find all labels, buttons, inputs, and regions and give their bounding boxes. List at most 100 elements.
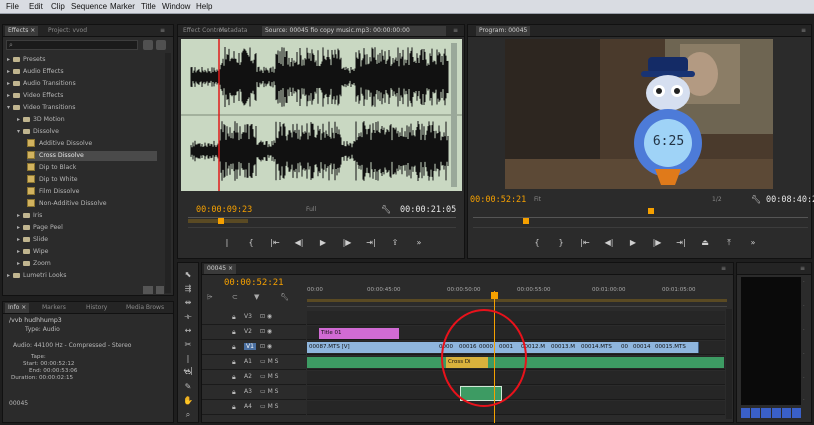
- effects-search-input[interactable]: ⌕: [6, 40, 138, 50]
- source-playhead-marker[interactable]: [218, 218, 224, 224]
- step-back-icon[interactable]: ◀|: [600, 238, 618, 248]
- source-current-timecode[interactable]: 00:00:09:23: [196, 205, 252, 215]
- video-clip[interactable]: 00015.MTS: [653, 342, 699, 353]
- mark-in-icon[interactable]: |: [218, 238, 236, 248]
- lift-icon[interactable]: ⏏: [696, 238, 714, 248]
- effects-tree-item[interactable]: ▸ Presets: [7, 55, 157, 65]
- program-current-timecode[interactable]: 00:00:52:21: [470, 195, 526, 205]
- video-clip[interactable]: 00013.M: [549, 342, 581, 353]
- track-lock-icon[interactable]: 🔒︎: [232, 358, 236, 367]
- go-to-out-icon[interactable]: ⇥|: [362, 238, 380, 248]
- effects-tree-item[interactable]: ▸ Zoom: [17, 259, 157, 269]
- tab-sequence[interactable]: 00045 ×: [204, 264, 237, 274]
- timeline-panel-menu-icon[interactable]: ≡: [718, 264, 729, 274]
- work-area-bar[interactable]: [307, 299, 727, 302]
- effects-tree-item[interactable]: Non-Additive Dissolve: [27, 199, 157, 209]
- track-header[interactable]: 🔒︎ A4 ▭ M S: [202, 401, 306, 415]
- solo-button[interactable]: [761, 408, 771, 418]
- tab-media-browser[interactable]: Media Brows: [123, 303, 167, 313]
- effects-tree-item[interactable]: Film Dissolve: [27, 187, 157, 197]
- menu-sequence[interactable]: Sequence: [71, 2, 107, 11]
- tab-effects[interactable]: Effects ×: [5, 26, 39, 36]
- track-mute-solo-icon[interactable]: ▭ M S: [260, 358, 278, 365]
- effects-tree-item[interactable]: ▸ 3D Motion: [17, 115, 157, 125]
- menu-window[interactable]: Window: [162, 2, 190, 11]
- menu-marker[interactable]: Marker: [110, 2, 135, 11]
- timeline-scrollbar[interactable]: [726, 309, 732, 419]
- audio-waveform-display[interactable]: [181, 39, 462, 191]
- 32bit-effects-icon[interactable]: [156, 40, 166, 50]
- tab-project[interactable]: Project: vvod: [45, 26, 90, 36]
- extract-icon[interactable]: ⤒: [720, 238, 738, 248]
- step-forward-icon[interactable]: |▶: [338, 238, 356, 248]
- play-icon[interactable]: ▶: [314, 238, 332, 248]
- menu-clip[interactable]: Clip: [51, 2, 65, 11]
- program-wrench-icon[interactable]: 🔧︎: [751, 195, 761, 204]
- track-header[interactable]: 🔒︎ V2 ⊡ ◉: [202, 326, 306, 340]
- track-header[interactable]: 🔒︎ V3 ⊡ ◉: [202, 311, 306, 325]
- track-visibility-icon[interactable]: ⊡ ◉: [260, 313, 272, 320]
- solo-button[interactable]: [771, 408, 781, 418]
- linked-selection-icon[interactable]: ⊂: [232, 293, 238, 301]
- mark-out-icon[interactable]: {: [242, 238, 260, 248]
- source-panel-menu-icon[interactable]: ≡: [450, 26, 461, 36]
- effects-tree-item[interactable]: ▾ Dissolve: [17, 127, 157, 137]
- title-clip[interactable]: Title 01: [319, 328, 399, 339]
- menu-help[interactable]: Help: [196, 2, 212, 11]
- more-buttons-icon[interactable]: »: [744, 238, 762, 248]
- menu-file[interactable]: File: [6, 2, 19, 11]
- meters-menu-icon[interactable]: ≡: [797, 264, 808, 274]
- track-visibility-icon[interactable]: ⊡ ◉: [260, 343, 272, 350]
- effects-tree-item[interactable]: ▸ Slide: [17, 235, 157, 245]
- effects-tree-item[interactable]: Dip to Black: [27, 163, 157, 173]
- program-quality-dropdown[interactable]: 1/2: [712, 196, 722, 203]
- add-marker-icon[interactable]: ▼: [254, 293, 259, 301]
- effects-tree-item[interactable]: ▸ Video Effects: [7, 91, 157, 101]
- track-select-tool-icon[interactable]: ⇶: [182, 283, 194, 295]
- timeline-wrench-icon[interactable]: 🔧︎: [280, 293, 289, 301]
- track-visibility-icon[interactable]: ⊡ ◉: [260, 328, 272, 335]
- slip-tool-icon[interactable]: |↔|: [182, 353, 194, 375]
- solo-button[interactable]: [791, 408, 802, 418]
- snap-icon[interactable]: ⩥: [207, 293, 213, 302]
- program-video-frame[interactable]: 6:25: [505, 39, 773, 189]
- source-time-ruler[interactable]: [188, 217, 456, 231]
- slide-tool-icon[interactable]: ⇔: [182, 367, 194, 379]
- step-back-icon[interactable]: ◀|: [290, 238, 308, 248]
- tab-history[interactable]: History: [83, 303, 110, 313]
- mark-out-icon[interactable]: }: [552, 238, 570, 248]
- video-clip[interactable]: 00014: [631, 342, 655, 353]
- solo-button[interactable]: [781, 408, 791, 418]
- effects-tree-item[interactable]: ▸ Lumetri Looks: [7, 271, 157, 281]
- track-mute-solo-icon[interactable]: ▭ M S: [260, 403, 278, 410]
- effects-tree-item[interactable]: Cross Dissolve: [27, 151, 157, 161]
- razor-tool-icon[interactable]: ✂: [182, 339, 194, 351]
- timeline-current-timecode[interactable]: 00:00:52:21: [224, 278, 284, 288]
- effects-scrollbar[interactable]: [165, 53, 171, 293]
- effects-tree-item[interactable]: ▸ Page Peel: [17, 223, 157, 233]
- ripple-edit-tool-icon[interactable]: ⇹: [182, 297, 194, 309]
- effects-tree-item[interactable]: Dip to White: [27, 175, 157, 185]
- track-lock-icon[interactable]: 🔒︎: [232, 328, 236, 337]
- delete-icon[interactable]: [156, 286, 164, 294]
- go-to-out-icon[interactable]: ⇥|: [672, 238, 690, 248]
- track-header[interactable]: 🔒︎ A2 ▭ M S: [202, 371, 306, 385]
- tab-info[interactable]: Info ×: [5, 303, 30, 313]
- track-mute-solo-icon[interactable]: ▭ M S: [260, 388, 278, 395]
- menu-title[interactable]: Title: [141, 2, 156, 11]
- video-clip[interactable]: 00087.MTS [V]: [307, 342, 439, 353]
- panel-menu-icon[interactable]: ≡: [157, 26, 168, 36]
- program-time-ruler[interactable]: [473, 217, 808, 231]
- mark-in-icon[interactable]: {: [528, 238, 546, 248]
- program-fit-dropdown[interactable]: Fit: [534, 196, 562, 204]
- track-mute-solo-icon[interactable]: ▭ M S: [260, 373, 278, 380]
- solo-button[interactable]: [741, 408, 751, 418]
- zoom-tool-icon[interactable]: ⌕: [182, 409, 194, 421]
- step-forward-icon[interactable]: |▶: [648, 238, 666, 248]
- track-header[interactable]: 🔒︎ V1 ⊡ ◉: [202, 341, 306, 355]
- effects-tree-item[interactable]: ▸ Audio Transitions: [7, 79, 157, 89]
- tab-metadata[interactable]: Metadata: [216, 26, 250, 36]
- track-lock-icon[interactable]: 🔒︎: [232, 373, 236, 382]
- effects-tree-item[interactable]: ▸ Audio Effects: [7, 67, 157, 77]
- tab-source[interactable]: Source: 00045 fio copy music.mp3: 00:00:…: [262, 26, 446, 36]
